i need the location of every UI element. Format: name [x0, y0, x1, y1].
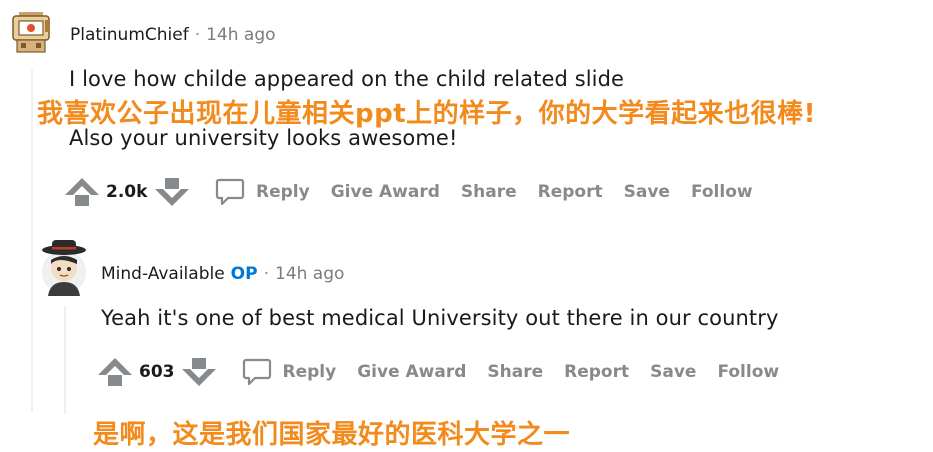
- give-award-button[interactable]: Give Award: [357, 362, 466, 382]
- username[interactable]: PlatinumChief: [70, 25, 189, 45]
- reply-button[interactable]: Reply: [214, 176, 310, 208]
- speech-bubble-icon: [241, 356, 273, 388]
- save-button[interactable]: Save: [624, 182, 670, 202]
- comment-actions: 603 Reply Give Award Share Report Save F…: [95, 354, 779, 390]
- avatar[interactable]: [9, 10, 55, 56]
- downvote-arrow-icon: [181, 358, 216, 386]
- vote-count: 603: [139, 362, 175, 382]
- username[interactable]: Mind-Available: [101, 264, 225, 284]
- share-button[interactable]: Share: [487, 362, 543, 382]
- separator: ·: [263, 264, 269, 284]
- give-award-button[interactable]: Give Award: [331, 182, 440, 202]
- vote-count: 2.0k: [106, 182, 148, 202]
- reply-label: Reply: [282, 362, 337, 382]
- comment-actions: 2.0k Reply Give Award Share Report Save …: [62, 174, 753, 210]
- speech-bubble-icon: [214, 176, 246, 208]
- report-button[interactable]: Report: [538, 182, 603, 202]
- reply-label: Reply: [256, 182, 310, 202]
- avatar[interactable]: [38, 238, 90, 296]
- thread-line-nested[interactable]: [64, 306, 66, 414]
- comment-meta: Mind-Available OP · 14h ago: [101, 264, 344, 284]
- upvote-arrow-icon: [65, 178, 99, 206]
- comment-meta: PlatinumChief · 14h ago: [70, 25, 276, 45]
- follow-button[interactable]: Follow: [691, 182, 753, 202]
- robot-avatar-icon: [12, 12, 50, 53]
- save-button[interactable]: Save: [650, 362, 696, 382]
- upvote-arrow-icon: [98, 358, 132, 386]
- upvote-button[interactable]: [62, 174, 102, 210]
- downvote-button[interactable]: [152, 174, 192, 210]
- downvote-arrow-icon: [155, 178, 189, 206]
- translation-overlay: 是啊，这是我们国家最好的医科大学之一: [93, 420, 571, 450]
- thread-line[interactable]: [31, 70, 33, 412]
- report-button[interactable]: Report: [564, 362, 629, 382]
- share-button[interactable]: Share: [461, 182, 517, 202]
- reply-button[interactable]: Reply: [241, 356, 337, 388]
- downvote-button[interactable]: [179, 354, 219, 390]
- timestamp[interactable]: 14h ago: [275, 264, 344, 284]
- follow-button[interactable]: Follow: [717, 362, 779, 382]
- translation-overlay: 我喜欢公子出现在儿童相关ppt上的样子，你的大学看起来也很棒!: [37, 99, 817, 129]
- timestamp[interactable]: 14h ago: [206, 25, 275, 45]
- comment-text: Yeah it's one of best medical University…: [101, 306, 779, 330]
- user-avatar-icon: [42, 240, 86, 296]
- separator: ·: [194, 25, 201, 45]
- comment-text-line1: I love how childe appeared on the child …: [69, 67, 625, 91]
- comment-text-line2: Also your university looks awesome!: [69, 126, 458, 150]
- upvote-button[interactable]: [95, 354, 135, 390]
- op-badge: OP: [230, 264, 258, 284]
